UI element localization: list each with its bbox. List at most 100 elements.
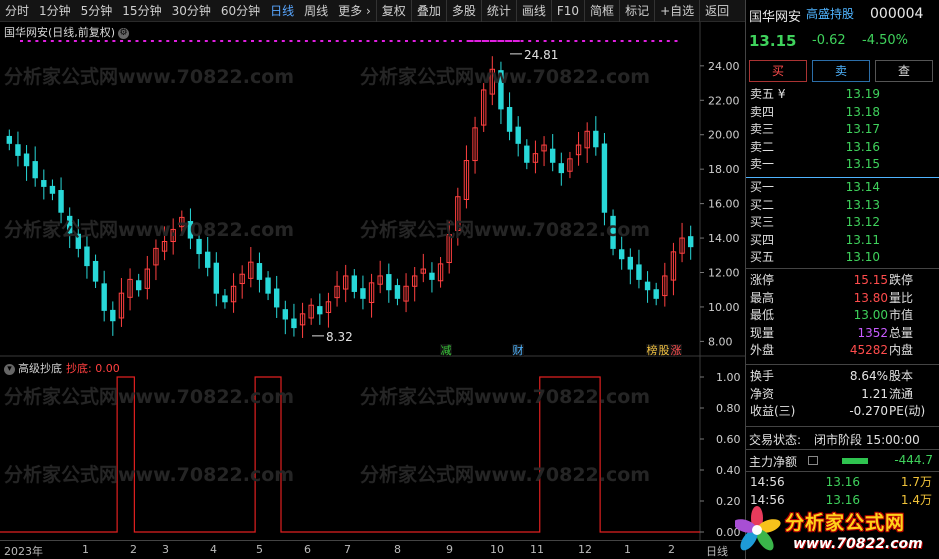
signal-dot xyxy=(551,40,555,42)
period-tab[interactable]: 15分钟 xyxy=(117,0,166,22)
signal-dot xyxy=(127,40,131,42)
event-marker-label: 减 xyxy=(441,344,452,357)
candle-body xyxy=(273,288,280,308)
stock-name: 国华网安 xyxy=(749,10,802,25)
tick-price: 13.16 xyxy=(825,475,860,489)
event-marker-label: 财 xyxy=(513,343,524,357)
toolbar-button[interactable]: F10 xyxy=(550,0,584,22)
quote-row: 买二 13.13 xyxy=(746,197,939,215)
toolbar-button[interactable]: 叠加 xyxy=(410,0,446,22)
stat-label: 最高 xyxy=(750,290,775,305)
toolbar-button[interactable]: 标记 xyxy=(619,0,654,22)
toolbar-button[interactable]: 简框 xyxy=(584,0,619,22)
candle-body xyxy=(291,318,297,329)
toolbar-button[interactable]: 返回 xyxy=(699,0,734,22)
toolbar-button[interactable]: +自选 xyxy=(654,0,699,22)
stats2-list: 换手 8.64% 股本 净资 1.21 流通 收益(三) -0.270 PE(动) xyxy=(746,368,939,421)
candle-body xyxy=(6,135,13,144)
stat-row: 净资 1.21 流通 xyxy=(746,386,939,404)
signal-dot xyxy=(474,40,482,42)
signal-dot xyxy=(227,40,231,42)
y-tick-label: 12.00 xyxy=(708,267,740,280)
signal-dot xyxy=(428,40,432,42)
candle-body xyxy=(196,238,202,255)
signal-dot xyxy=(235,40,239,42)
row-label: 卖二 xyxy=(750,139,775,154)
signal-dot xyxy=(166,40,170,42)
stat-row: 最低 13.00 市值 xyxy=(746,307,939,325)
signal-dot xyxy=(535,40,539,42)
quote-row: 卖五 ¥ 13.19 xyxy=(746,86,939,104)
query-button[interactable]: 查 xyxy=(875,60,933,82)
signal-dot xyxy=(512,40,520,42)
signal-dot xyxy=(312,40,316,42)
candle-body xyxy=(687,236,694,248)
candle-body xyxy=(515,126,521,144)
event-marker-label: 涨 xyxy=(671,344,682,357)
signal-dot xyxy=(389,40,393,42)
chart-svg[interactable]: 24.00 22.00 20.00 18.00 16.00 14.00 12.00 10.00… xyxy=(0,22,745,540)
toolbar-button[interactable]: 复权 xyxy=(375,0,411,22)
x-tick-label: 12 xyxy=(578,543,592,556)
signal-dot xyxy=(212,40,216,42)
candle-body xyxy=(92,260,99,282)
stat-label-right: 流通 xyxy=(889,386,914,401)
indicator-title: ▾ 高级抄底 抄底: 0.00 xyxy=(4,360,120,376)
period-tab[interactable]: 分时 xyxy=(0,0,34,22)
stat-row: 最高 13.80 量比 xyxy=(746,290,939,308)
bid-list: 买一 13.14 买二 13.13 买三 13.12 买四 13.11 买五 13.10 xyxy=(746,179,939,267)
period-tab[interactable]: 30分钟 xyxy=(167,0,216,22)
signal-dot xyxy=(566,40,570,42)
period-tab[interactable]: 5分钟 xyxy=(76,0,118,22)
signal-dot xyxy=(73,40,77,42)
signal-dot xyxy=(320,40,324,42)
stock-tag[interactable]: 高盛持股 xyxy=(806,5,854,22)
period-tab[interactable]: 1分钟 xyxy=(34,0,76,22)
signal-dot xyxy=(220,40,224,42)
candle-body xyxy=(58,190,64,213)
stat-value: 8.64% xyxy=(849,369,888,383)
candle-body xyxy=(135,280,142,291)
gear-icon[interactable]: ⚙ xyxy=(118,27,130,39)
trade-status-label: 交易状态: xyxy=(749,433,802,447)
toolbar-button[interactable]: 统计 xyxy=(480,0,516,22)
mainflow-bar xyxy=(842,458,868,464)
quote-row: 卖三 13.17 xyxy=(746,121,939,139)
signal-dot xyxy=(589,40,593,42)
candle-body xyxy=(351,275,358,292)
candle-body xyxy=(317,306,323,315)
x-tick-label: 2 xyxy=(130,543,137,556)
stat-row: 现量 1352 总量 xyxy=(746,325,939,343)
period-tab[interactable]: 周线 xyxy=(299,0,333,22)
stat-label: 收益(三) xyxy=(750,404,796,418)
period-tab[interactable]: 60分钟 xyxy=(216,0,265,22)
quote-row: 卖二 13.16 xyxy=(746,139,939,157)
candle-body xyxy=(32,161,38,179)
x-axis-period: 日线 xyxy=(706,545,728,558)
candle-body xyxy=(256,263,263,280)
signal-dot xyxy=(659,40,663,42)
toolbar-button[interactable]: 多股 xyxy=(445,0,481,22)
stat-label: 净资 xyxy=(750,386,775,401)
last-price: 13.15 xyxy=(749,32,797,50)
sell-button[interactable]: 卖 xyxy=(812,60,870,82)
period-tab[interactable]: 日线 xyxy=(265,0,299,22)
x-tick-label: 9 xyxy=(446,543,453,556)
signal-dot xyxy=(181,40,185,42)
candle-body xyxy=(265,277,271,294)
signal-dot xyxy=(420,40,424,42)
list-icon[interactable] xyxy=(808,456,818,465)
toolbar-button[interactable]: 画线 xyxy=(515,0,551,22)
logo-text: 分析家公式网 xyxy=(785,512,906,534)
chevron-down-icon[interactable]: ▾ xyxy=(4,363,15,375)
buy-button[interactable]: 买 xyxy=(749,60,807,82)
x-tick-label: 6 xyxy=(304,543,311,556)
signal-dot xyxy=(628,40,632,42)
candle-body xyxy=(204,251,211,268)
stat-label-right: 内盘 xyxy=(889,343,914,357)
period-tab[interactable]: 更多 › xyxy=(333,0,376,22)
indicator-tick-label: 1.00 xyxy=(716,371,741,384)
chart-area: 24.00 22.00 20.00 18.00 16.00 14.00 12.00 10.00… xyxy=(0,22,745,540)
stock-code: 000004 xyxy=(870,6,924,22)
signal-dot xyxy=(27,40,31,42)
